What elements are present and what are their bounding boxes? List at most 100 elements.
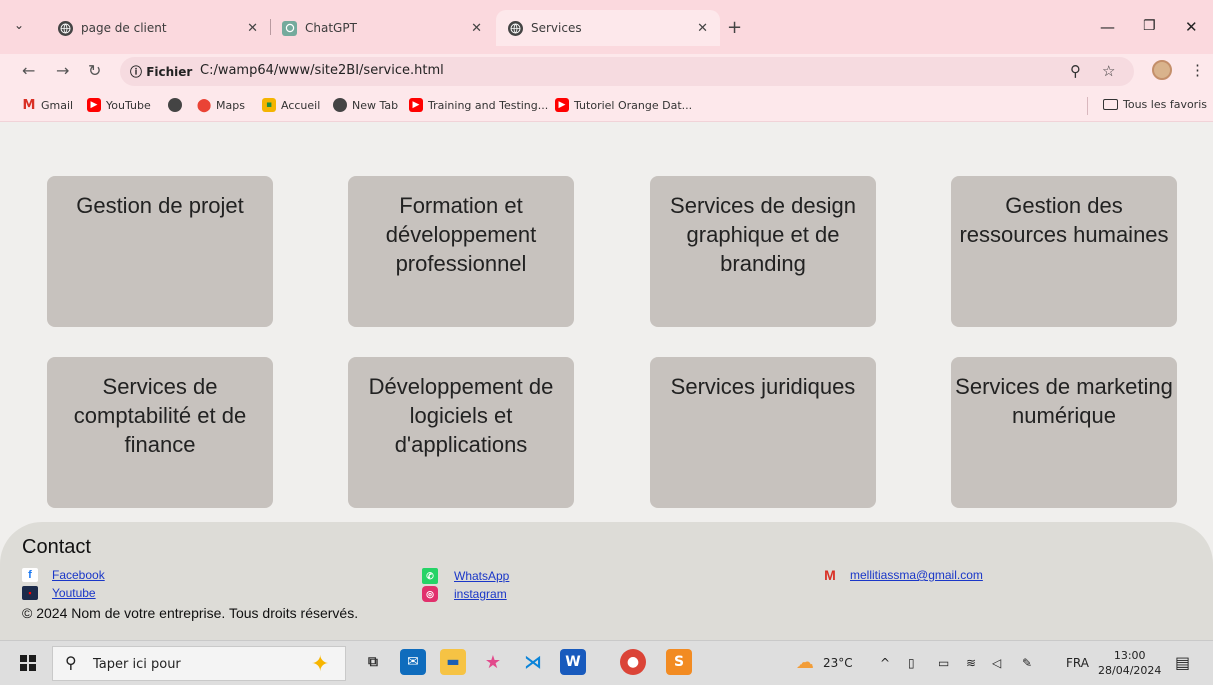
wifi-icon[interactable]: ≋ <box>966 656 976 670</box>
taskbar-search[interactable]: ⚲ Taper ici pour ✦ <box>52 646 346 681</box>
battery-icon[interactable]: ▭ <box>938 656 949 670</box>
all-bookmarks[interactable]: Tous les favoris <box>1103 98 1207 111</box>
tab-title: ChatGPT <box>305 21 357 35</box>
url-text[interactable]: C:/wamp64/www/site2BI/service.html <box>200 63 444 78</box>
facebook-link-text[interactable]: Facebook <box>52 568 105 582</box>
zoom-icon[interactable]: ⚲ <box>1070 62 1081 80</box>
close-icon[interactable]: ✕ <box>247 21 258 36</box>
volume-icon[interactable]: ◁ <box>992 656 1001 670</box>
browser-toolbar: ← → ↻ ⓘ Fichier C:/wamp64/www/site2BI/se… <box>0 54 1213 90</box>
windows-taskbar: ⚲ Taper ici pour ✦ ⧉ ✉ ▬ ★ ⋊ W ● S ☁ 23°… <box>0 640 1213 685</box>
whatsapp-icon: ✆ <box>422 568 438 584</box>
tab-divider <box>270 19 271 35</box>
email-link[interactable]: M mellitiassma@gmail.com <box>822 567 983 583</box>
instagram-link[interactable]: ◎ instagram <box>422 586 507 602</box>
gmail-icon: M <box>824 567 836 583</box>
bookmark-accueil[interactable]: ▪ Accueil <box>262 98 320 112</box>
youtube-icon: ▶ <box>409 98 423 112</box>
close-icon[interactable]: ✕ <box>471 21 482 36</box>
service-card[interactable]: Formation et développement professionnel <box>348 176 574 327</box>
weather-icon[interactable]: ☁ <box>796 652 814 673</box>
globe-icon <box>168 98 182 112</box>
bookmark-star-icon[interactable]: ☆ <box>1102 62 1115 80</box>
bookmark-label: Accueil <box>281 98 321 112</box>
windows-start-icon[interactable] <box>20 655 36 671</box>
bookmark-globe[interactable] <box>168 98 187 112</box>
mail-icon[interactable]: ✉ <box>400 649 426 675</box>
menu-kebab-icon[interactable]: ⋮ <box>1190 61 1205 79</box>
service-card[interactable]: Services de design graphique et de brand… <box>650 176 876 327</box>
restore-icon[interactable]: ❐ <box>1143 18 1156 34</box>
bookmark-gmail[interactable]: M Gmail <box>22 98 74 113</box>
bookmarks-divider <box>1087 97 1088 115</box>
site-info-label: Fichier <box>146 65 193 79</box>
contact-heading: Contact <box>22 536 91 558</box>
sublime-icon[interactable]: S <box>666 649 692 675</box>
service-card[interactable]: Développement de logiciels et d'applicat… <box>348 357 574 508</box>
profile-avatar[interactable] <box>1152 60 1172 80</box>
tab-services[interactable]: Services ✕ <box>496 10 720 46</box>
forward-arrow-icon[interactable]: → <box>56 61 69 80</box>
minimize-icon[interactable]: — <box>1100 18 1115 36</box>
facebook-icon: f <box>22 568 38 582</box>
email-link-text[interactable]: mellitiassma@gmail.com <box>850 568 983 582</box>
tab-title: Services <box>531 21 582 35</box>
close-window-icon[interactable]: ✕ <box>1185 18 1198 36</box>
youtube-icon: ▶ <box>555 98 569 112</box>
close-icon[interactable]: ✕ <box>697 21 708 36</box>
info-icon: ⓘ <box>130 65 147 79</box>
reload-icon[interactable]: ↻ <box>88 61 101 80</box>
service-card[interactable]: Gestion des ressources humaines <box>951 176 1177 327</box>
bookmark-training[interactable]: ▶ Training and Testing... <box>409 98 548 112</box>
copyright-text: © 2024 Nom de votre entreprise. Tous dro… <box>22 605 359 621</box>
back-arrow-icon[interactable]: ← <box>22 61 35 80</box>
pen-icon[interactable]: ✎ <box>1022 656 1032 670</box>
task-view-icon[interactable]: ⧉ <box>360 649 386 675</box>
youtube-icon: ▪ <box>22 586 38 600</box>
bookmark-label: YouTube <box>106 98 151 112</box>
bookmark-label: Training and Testing... <box>428 98 549 112</box>
new-tab-button[interactable]: + <box>727 17 742 38</box>
youtube-link-text[interactable]: Youtube <box>52 586 96 600</box>
classroom-icon: ▪ <box>262 98 276 112</box>
chatgpt-icon <box>282 20 297 36</box>
notification-icon[interactable]: ▤ <box>1175 653 1190 672</box>
chrome-icon[interactable]: ● <box>620 649 646 675</box>
whatsapp-link-text[interactable]: WhatsApp <box>454 569 509 583</box>
tab-chatgpt[interactable]: ChatGPT ✕ <box>272 10 494 46</box>
facebook-link[interactable]: f Facebook <box>22 568 105 582</box>
all-bookmarks-label: Tous les favoris <box>1123 98 1207 111</box>
tab-page-de-client[interactable]: page de client ✕ <box>46 10 270 46</box>
language-indicator[interactable]: FRA <box>1066 656 1089 670</box>
globe-icon <box>508 20 523 36</box>
address-bar[interactable]: ⓘ Fichier C:/wamp64/www/site2BI/service.… <box>120 57 1134 86</box>
site-info-chip[interactable]: ⓘ Fichier <box>130 63 192 80</box>
service-card[interactable]: Services de marketing numérique <box>951 357 1177 508</box>
search-placeholder: Taper ici pour <box>93 657 181 672</box>
contact-footer: Contact f Facebook ▪ Youtube ✆ WhatsApp … <box>0 522 1213 640</box>
instagram-link-text[interactable]: instagram <box>454 587 507 601</box>
clock[interactable]: 13:00 28/04/2024 <box>1098 648 1161 678</box>
tab-search-chevron-icon[interactable]: ⌄ <box>14 18 24 32</box>
star-app-icon[interactable]: ★ <box>480 649 506 675</box>
service-card[interactable]: Services de comptabilité et de finance <box>47 357 273 508</box>
bookmark-new-tab[interactable]: New Tab <box>333 98 398 112</box>
bookmark-tutoriel[interactable]: ▶ Tutoriel Orange Dat... <box>555 98 692 112</box>
services-page: Gestion de projet Formation et développe… <box>0 122 1213 524</box>
tab-strip: ⌄ page de client ✕ ChatGPT ✕ Services ✕ … <box>0 0 1213 54</box>
bookmark-maps[interactable]: ⬤ Maps <box>197 98 245 113</box>
clock-date: 28/04/2024 <box>1098 664 1162 677</box>
bookmark-label: New Tab <box>352 98 399 112</box>
service-card[interactable]: Services juridiques <box>650 357 876 508</box>
device-icon[interactable]: ▯ <box>908 656 915 670</box>
word-icon[interactable]: W <box>560 649 586 675</box>
weather-temp[interactable]: 23°C <box>823 656 853 670</box>
whatsapp-link[interactable]: ✆ WhatsApp <box>422 568 509 584</box>
vscode-icon[interactable]: ⋊ <box>520 649 546 675</box>
bookmark-youtube[interactable]: ▶ YouTube <box>87 98 151 112</box>
file-explorer-icon[interactable]: ▬ <box>440 649 466 675</box>
service-card[interactable]: Gestion de projet <box>47 176 273 327</box>
bookmark-label: Maps <box>216 98 245 112</box>
chevron-up-icon[interactable]: ^ <box>880 656 890 670</box>
youtube-link[interactable]: ▪ Youtube <box>22 586 96 600</box>
